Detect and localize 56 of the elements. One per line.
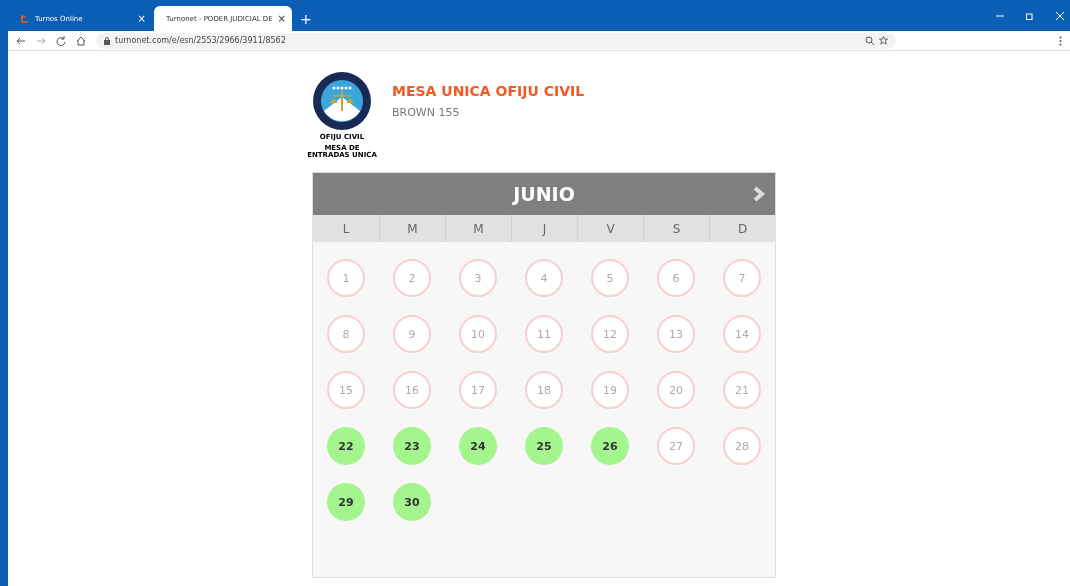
unavailable-day: 14	[723, 315, 761, 354]
unavailable-day: 9	[393, 315, 431, 354]
close-tab-button[interactable]: ×	[277, 13, 286, 24]
unavailable-day: 17	[459, 371, 497, 410]
unavailable-day: 19	[591, 371, 629, 410]
office-address: BROWN 155	[392, 106, 461, 119]
unavailable-day: 15	[327, 371, 365, 410]
unavailable-day: 16	[393, 371, 431, 410]
unavailable-day: 21	[723, 371, 761, 410]
unavailable-day: 12	[591, 315, 629, 354]
unavailable-day: 7	[723, 259, 761, 298]
close-tab-button[interactable]: ×	[137, 13, 146, 24]
tab-logo-icon	[20, 13, 30, 24]
unavailable-day: 6	[657, 259, 695, 298]
unavailable-day: 8	[327, 315, 365, 354]
available-day[interactable]: 25	[525, 427, 563, 466]
available-day[interactable]: 26	[591, 427, 629, 466]
weekday-heading: M	[445, 215, 511, 243]
close-icon[interactable]	[1056, 11, 1064, 20]
unavailable-day: 2	[393, 259, 431, 298]
unavailable-day: 5	[591, 259, 629, 298]
available-day[interactable]: 23	[393, 427, 431, 466]
reload-icon[interactable]	[56, 35, 66, 46]
unavailable-day: 18	[525, 371, 563, 410]
weekday-heading: V	[577, 215, 643, 243]
weekday-heading: S	[643, 215, 709, 243]
zoom-icon[interactable]	[865, 36, 874, 45]
unavailable-day: 4	[525, 259, 563, 298]
star-icon[interactable]	[879, 36, 888, 45]
new-tab-button[interactable]: +	[300, 11, 312, 27]
unavailable-day: 27	[657, 427, 695, 466]
restore-icon[interactable]	[1026, 11, 1034, 20]
unavailable-day: 3	[459, 259, 497, 298]
available-day[interactable]: 22	[327, 427, 365, 466]
weekday-heading: J	[511, 215, 577, 243]
available-day[interactable]: 24	[459, 427, 497, 466]
emblem-icon	[312, 71, 372, 131]
back-icon[interactable]	[16, 35, 26, 46]
weekday-heading: L	[341, 220, 351, 238]
unavailable-day: 10	[459, 315, 497, 354]
unavailable-day: 13	[657, 315, 695, 354]
address-field[interactable]: turnonet.com/e/esn/2553/2966/3911/8562	[96, 32, 896, 49]
office-title: MESA UNICA OFIJU CIVIL	[392, 83, 585, 99]
available-day[interactable]: 29	[327, 483, 365, 522]
unavailable-day: 20	[657, 371, 695, 410]
unavailable-day: 11	[525, 315, 563, 354]
menu-icon[interactable]	[1059, 35, 1062, 46]
unavailable-day: 1	[327, 259, 365, 298]
available-day[interactable]: 30	[393, 483, 431, 522]
unavailable-day: 28	[723, 427, 761, 466]
month-title: JUNIO	[513, 183, 575, 206]
weekday-heading: D	[709, 215, 775, 243]
lock-icon	[104, 36, 110, 45]
home-icon[interactable]	[76, 35, 86, 46]
weekday-heading: M	[379, 215, 445, 243]
next-month-icon[interactable]	[753, 186, 765, 203]
